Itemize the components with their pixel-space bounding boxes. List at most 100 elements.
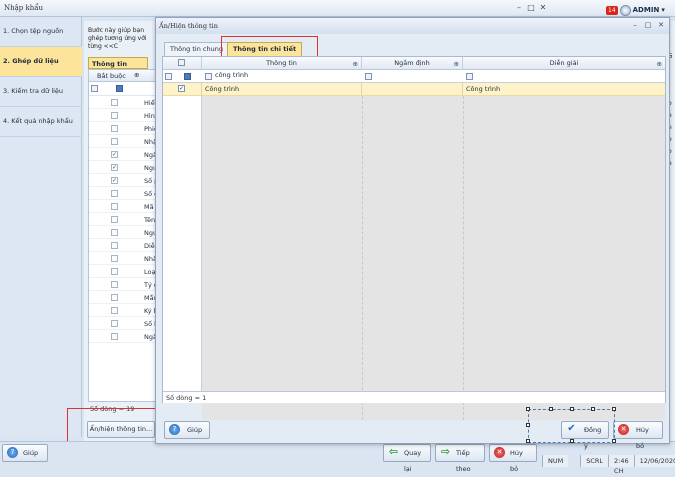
notification-badge[interactable]: 14 xyxy=(606,5,618,15)
header-info[interactable]: Thông tin ⊕ xyxy=(202,57,362,70)
required-checkbox[interactable] xyxy=(111,320,118,327)
pin-icon[interactable]: ⊕ xyxy=(353,58,358,70)
list-item[interactable]: Phiê xyxy=(89,122,159,135)
list-item[interactable]: Hình xyxy=(89,109,159,122)
resize-handle[interactable] xyxy=(526,439,530,443)
required-checkbox[interactable] xyxy=(111,190,118,197)
required-checkbox[interactable] xyxy=(111,281,118,288)
dialog-minimize-button[interactable]: – xyxy=(630,20,640,30)
filter-icon[interactable] xyxy=(91,85,98,92)
grid-filter-row[interactable]: công trình xyxy=(163,70,665,83)
table-row[interactable]: ✓ Công trình Công trình xyxy=(163,83,665,96)
list-item[interactable]: Tỷ g xyxy=(89,278,159,291)
step-map-data[interactable]: 2. Ghép dữ liệu xyxy=(0,47,82,77)
required-checkbox[interactable]: ✓ xyxy=(111,177,118,184)
list-item[interactable]: Hiển xyxy=(89,96,159,109)
list-item[interactable]: Ngư xyxy=(89,226,159,239)
help-button[interactable]: ? Giúp xyxy=(2,444,48,462)
list-item[interactable]: Ngà xyxy=(89,330,159,343)
filter-icon[interactable] xyxy=(365,73,372,80)
dialog-cancel-button[interactable]: ✕ Hủy bỏ xyxy=(613,421,663,450)
list-item[interactable]: Mẫu xyxy=(89,291,159,304)
resize-handle[interactable] xyxy=(570,407,574,411)
chevron-down-icon[interactable]: ▾ xyxy=(661,6,665,14)
filter-icon[interactable] xyxy=(466,73,473,80)
resize-handle[interactable] xyxy=(526,407,530,411)
required-checkbox[interactable] xyxy=(111,125,118,132)
resize-handle[interactable] xyxy=(526,423,530,427)
list-item[interactable]: Loại xyxy=(89,265,159,278)
required-checkbox[interactable]: ✓ xyxy=(111,151,118,158)
step-choose-source[interactable]: 1. Chọn tệp nguồn xyxy=(0,17,82,47)
required-checkbox[interactable] xyxy=(111,255,118,262)
required-checkbox[interactable] xyxy=(111,242,118,249)
resize-handle[interactable] xyxy=(612,439,616,443)
resize-handle[interactable] xyxy=(549,407,553,411)
pin-icon[interactable]: ⊕ xyxy=(454,58,459,70)
row-default[interactable] xyxy=(362,83,463,96)
dialog-maximize-button[interactable]: □ xyxy=(643,20,653,30)
list-item[interactable]: Diễn xyxy=(89,239,159,252)
maximize-button[interactable]: □ xyxy=(525,3,537,13)
row-checkbox[interactable]: ✓ xyxy=(178,85,185,92)
next-button[interactable]: ⇨ Tiếp theo xyxy=(435,444,485,473)
pin-icon[interactable]: ⊕ xyxy=(657,58,662,70)
help-icon: ? xyxy=(7,447,18,458)
user-area[interactable]: 14 ADMIN ▾ xyxy=(606,3,665,17)
required-checkbox[interactable] xyxy=(111,294,118,301)
list-filter-row[interactable] xyxy=(89,82,159,96)
filter-checkbox-icon[interactable] xyxy=(184,73,191,80)
row-info: Công trình xyxy=(202,83,362,96)
required-checkbox[interactable] xyxy=(111,307,118,314)
back-button[interactable]: ⇦ Quay lại xyxy=(383,444,431,473)
close-button[interactable]: ✕ xyxy=(537,3,549,13)
list-item[interactable]: Tên xyxy=(89,213,159,226)
list-item[interactable]: ✓ Số p xyxy=(89,174,159,187)
filter-icon[interactable] xyxy=(205,73,212,80)
list-item[interactable]: Số c xyxy=(89,187,159,200)
required-checkbox[interactable]: ✓ xyxy=(111,164,118,171)
filter-checkbox-icon[interactable] xyxy=(116,85,123,92)
user-name[interactable]: ADMIN xyxy=(633,6,660,14)
required-checkbox[interactable] xyxy=(111,138,118,145)
required-checkbox[interactable] xyxy=(111,268,118,275)
cancel-button[interactable]: ✕ Hủy bỏ xyxy=(489,444,537,473)
tab-general-info[interactable]: Thông tin chung xyxy=(164,42,229,56)
step-import-result[interactable]: 4. Kết quả nhập khẩu xyxy=(0,107,82,137)
list-item[interactable]: Mã r xyxy=(89,200,159,213)
header-select-column[interactable] xyxy=(163,57,202,70)
user-avatar-icon[interactable] xyxy=(619,4,631,16)
resize-handle[interactable] xyxy=(612,407,616,411)
list-item[interactable]: Ký h xyxy=(89,304,159,317)
required-checkbox[interactable] xyxy=(111,112,118,119)
resize-handle[interactable] xyxy=(570,439,574,443)
resize-handle[interactable] xyxy=(591,407,595,411)
pin-icon[interactable]: ⊕ xyxy=(134,71,139,79)
column-required[interactable]: Bắt buộc xyxy=(97,72,126,80)
status-date: 12/06/2020 xyxy=(633,455,675,467)
list-item[interactable]: ✓ Ngư xyxy=(89,161,159,174)
required-checkbox[interactable] xyxy=(111,229,118,236)
header-description[interactable]: Diễn giải ⊕ xyxy=(463,57,665,70)
list-item[interactable]: Nhâ xyxy=(89,252,159,265)
grid-header: Thông tin ⊕ Ngầm định ⊕ Diễn giải ⊕ xyxy=(163,57,665,70)
required-checkbox[interactable] xyxy=(111,216,118,223)
select-all-checkbox[interactable] xyxy=(178,59,185,66)
minimize-button[interactable]: – xyxy=(513,3,525,13)
required-checkbox[interactable] xyxy=(111,99,118,106)
row-select-cell[interactable]: ✓ xyxy=(163,83,202,96)
required-checkbox[interactable] xyxy=(111,333,118,340)
tab-general-info-background[interactable]: Thông tin chung xyxy=(88,57,148,76)
header-default[interactable]: Ngầm định ⊕ xyxy=(362,57,463,70)
info-filter-input[interactable]: công trình xyxy=(215,71,248,79)
list-item[interactable]: Số h xyxy=(89,317,159,330)
help-icon: ? xyxy=(169,424,180,435)
dialog-close-button[interactable]: ✕ xyxy=(656,20,666,30)
required-checkbox[interactable] xyxy=(111,203,118,210)
list-item[interactable]: ✓ Ngà xyxy=(89,148,159,161)
filter-icon[interactable] xyxy=(165,73,172,80)
list-item[interactable]: Nhập xyxy=(89,135,159,148)
status-bar: NUM SCRL 2:46 CH 12/06/2020 xyxy=(542,455,675,475)
dialog-help-button[interactable]: ? Giúp xyxy=(164,421,210,439)
step-validate-data[interactable]: 3. Kiểm tra dữ liệu xyxy=(0,77,82,107)
